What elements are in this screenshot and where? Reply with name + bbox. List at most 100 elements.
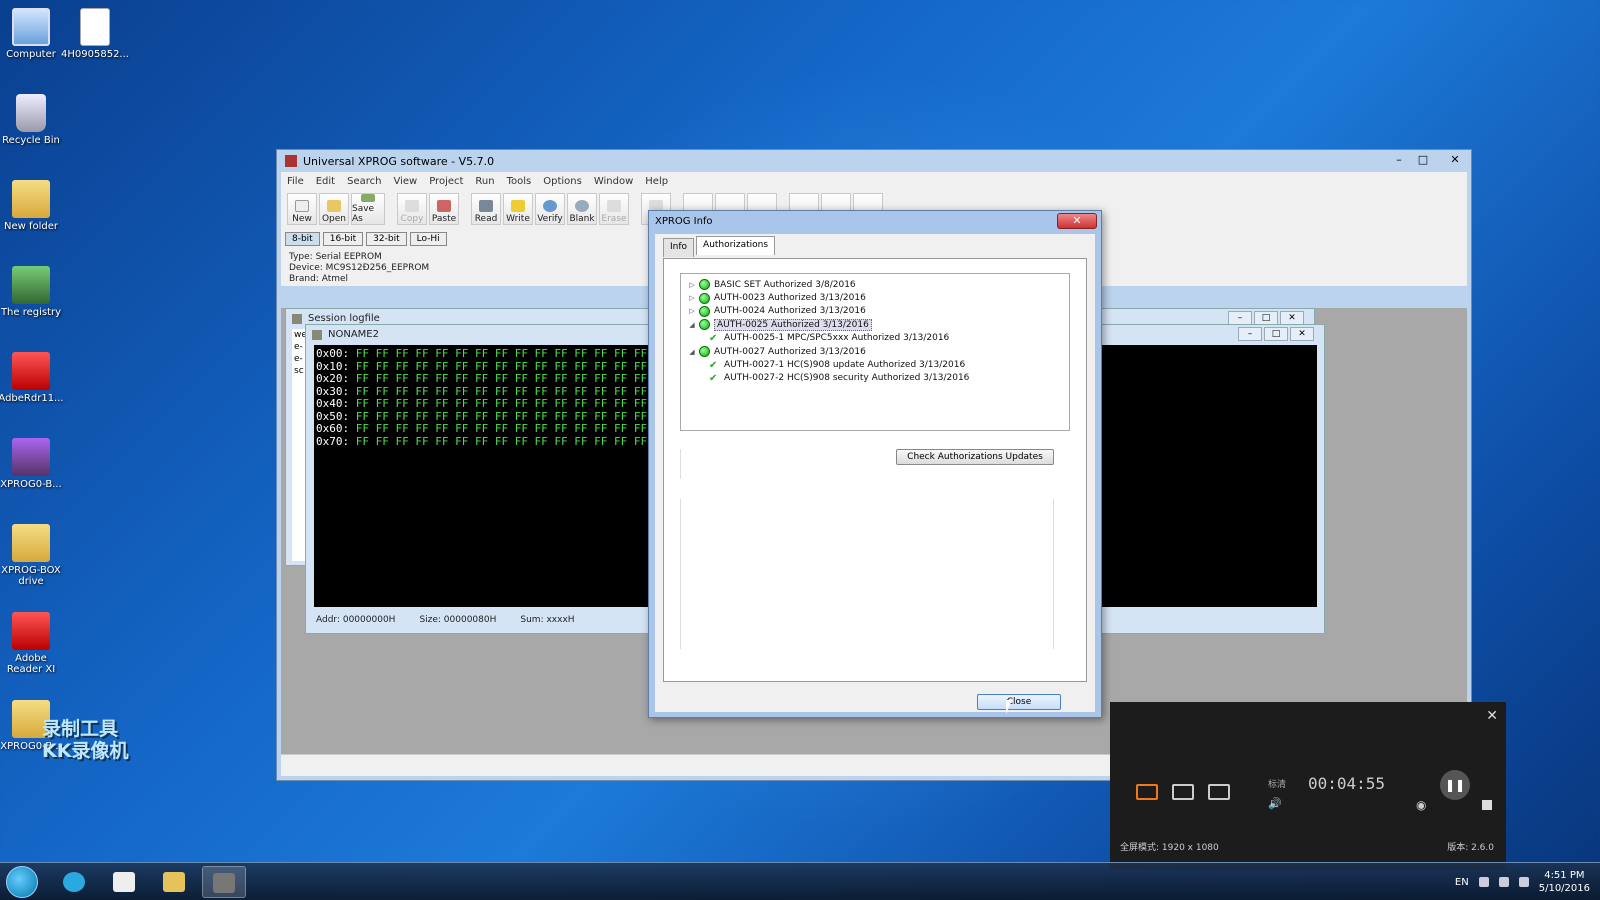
xprog-chip-icon [213, 873, 235, 893]
screen-record-icon[interactable] [1136, 784, 1158, 800]
desktop-icon-computer[interactable]: Computer [0, 8, 66, 60]
taskbar-explorer[interactable] [152, 866, 196, 898]
app-icon [285, 155, 297, 167]
child-minimize-button[interactable]: – [1238, 327, 1262, 341]
dialog-close-button[interactable]: Close [977, 694, 1061, 710]
dialog-tabs: Info Authorizations [663, 236, 776, 257]
close-button[interactable]: ✕ [1435, 150, 1475, 168]
tray-clock[interactable]: 4:51 PM 5/10/2016 [1539, 869, 1590, 895]
desktop-icon-recycle-bin[interactable]: Recycle Bin [0, 94, 66, 146]
child-maximize-button[interactable]: □ [1254, 311, 1278, 325]
desktop-icon-xprog-box-drive[interactable]: XPROG-BOX drive [0, 524, 66, 587]
recycle-bin-icon [16, 94, 46, 132]
check-authorizations-updates-button[interactable]: Check Authorizations Updates [896, 449, 1054, 465]
tree-item-selected[interactable]: ◢ AUTH-0025 Authorized 3/13/2016 [681, 318, 1069, 331]
dialog-close-x-button[interactable]: ✕ [1057, 213, 1097, 229]
child-minimize-button[interactable]: – [1228, 311, 1252, 325]
desktop-icon-label: AdbeRdr11... [0, 393, 64, 404]
tree-subitem[interactable]: ✔ AUTH-0025-1 MPC/SPC5xxx Authorized 3/1… [681, 332, 1069, 345]
recorder-close-button[interactable]: ✕ [1486, 708, 1498, 724]
minimize-button[interactable]: – [1387, 150, 1411, 168]
erase-button[interactable]: Erase [599, 193, 629, 225]
desktop-icon-adberdr[interactable]: AdbeRdr11... [0, 352, 66, 404]
dialog-body: Info Authorizations ▷ BASIC SET Authoriz… [655, 234, 1095, 712]
recorder-watermark: 录制工具 KK录像机 [42, 718, 128, 762]
menu-search[interactable]: Search [341, 176, 387, 187]
tab-authorizations[interactable]: Authorizations [696, 236, 776, 255]
menu-file[interactable]: File [281, 176, 310, 187]
recorder-stop-button[interactable] [1482, 800, 1492, 810]
volume-icon[interactable] [1518, 877, 1529, 887]
menu-options[interactable]: Options [537, 176, 588, 187]
open-button[interactable]: Open [319, 193, 349, 225]
taskbar-xprog[interactable] [202, 866, 246, 898]
desktop-icon-label: New folder [3, 221, 59, 232]
adobe-reader-icon [12, 612, 50, 650]
menu-view[interactable]: View [387, 176, 423, 187]
menu-run[interactable]: Run [469, 176, 500, 187]
region-record-icon[interactable] [1172, 784, 1194, 800]
write-button[interactable]: Write [503, 193, 533, 225]
expand-arrow-icon[interactable]: ▷ [687, 281, 697, 289]
hex-address: 0x30: [316, 384, 350, 398]
collapse-arrow-icon[interactable]: ◢ [687, 348, 697, 356]
camera-icon[interactable]: ◉ [1416, 798, 1426, 812]
menu-project[interactable]: Project [423, 176, 469, 187]
tree-subitem[interactable]: ✔ AUTH-0027-2 HC(S)908 security Authoriz… [681, 372, 1069, 385]
tree-item[interactable]: ▷ AUTH-0024 Authorized 3/13/2016 [681, 305, 1069, 318]
mode-32-bit[interactable]: 32-bit [366, 232, 407, 246]
maximize-button[interactable]: □ [1411, 150, 1435, 168]
hex-status-size: Size: 00000080H [419, 615, 497, 625]
network-icon[interactable] [1498, 877, 1509, 887]
start-button[interactable] [6, 866, 38, 898]
flag-icon[interactable] [1478, 877, 1489, 887]
taskbar-notepad[interactable] [102, 866, 146, 898]
save-icon [361, 194, 375, 202]
tree-item-label: AUTH-0025-1 MPC/SPC5xxx Authorized 3/13/… [724, 333, 950, 344]
mode-8-bit[interactable]: 8-bit [285, 232, 320, 246]
copy-button-label: Copy [400, 214, 424, 224]
recorder-quality[interactable]: 标清 [1268, 777, 1286, 790]
menu-window[interactable]: Window [588, 176, 639, 187]
collapse-arrow-icon[interactable]: ◢ [687, 321, 697, 329]
authorizations-tree[interactable]: ▷ BASIC SET Authorized 3/8/2016 ▷ AUTH-0… [680, 273, 1070, 431]
menu-tools[interactable]: Tools [501, 176, 538, 187]
tree-subitem[interactable]: ✔ AUTH-0027-1 HC(S)908 update Authorized… [681, 358, 1069, 371]
volume-icon[interactable]: 🔊 [1268, 797, 1282, 810]
tree-item-label: AUTH-0027 Authorized 3/13/2016 [714, 346, 866, 357]
desktop-icon-new-folder[interactable]: New folder [0, 180, 66, 232]
verify-button[interactable]: Verify [535, 193, 565, 225]
recorder-mode-icons [1136, 784, 1230, 800]
main-titlebar[interactable]: Universal XPROG software - V5.7.0 [277, 150, 1471, 172]
language-indicator[interactable]: EN [1455, 877, 1469, 888]
taskbar-skype[interactable] [52, 866, 96, 898]
tree-item[interactable]: ▷ BASIC SET Authorized 3/8/2016 [681, 278, 1069, 291]
read-button[interactable]: Read [471, 193, 501, 225]
dialog-titlebar[interactable]: XPROG Info ✕ [649, 211, 1101, 233]
authorized-dot-icon [699, 292, 710, 304]
save-as-button[interactable]: Save As [351, 193, 385, 225]
mode-16-bit[interactable]: 16-bit [322, 232, 364, 246]
expand-arrow-icon[interactable]: ▷ [687, 307, 697, 315]
recorder-pause-button[interactable]: ❚❚ [1440, 770, 1470, 800]
tree-item[interactable]: ▷ AUTH-0023 Authorized 3/13/2016 [681, 291, 1069, 304]
mode-lo-hi[interactable]: Lo-Hi [409, 232, 447, 246]
menu-edit[interactable]: Edit [310, 176, 341, 187]
child-maximize-button[interactable]: □ [1264, 327, 1288, 341]
adobe-installer-icon [12, 352, 50, 390]
new-button[interactable]: New [287, 193, 317, 225]
child-close-button[interactable]: ✕ [1280, 311, 1304, 325]
copy-button[interactable]: Copy [397, 193, 427, 225]
tab-info[interactable]: Info [663, 238, 695, 257]
desktop-icon-adobe-reader[interactable]: Adobe Reader XI [0, 612, 66, 675]
menu-help[interactable]: Help [639, 176, 674, 187]
child-close-button[interactable]: ✕ [1290, 327, 1314, 341]
game-record-icon[interactable] [1208, 784, 1230, 800]
expand-arrow-icon[interactable]: ▷ [687, 294, 697, 302]
desktop-icon-file[interactable]: 4H0905852... [60, 8, 130, 60]
tree-item[interactable]: ◢ AUTH-0027 Authorized 3/13/2016 [681, 345, 1069, 358]
blank-button[interactable]: Blank [567, 193, 597, 225]
desktop-icon-registry[interactable]: The registry [0, 266, 66, 318]
paste-button[interactable]: Paste [429, 193, 459, 225]
desktop-icon-xprog-archive[interactable]: XPROG0-B... [0, 438, 66, 490]
